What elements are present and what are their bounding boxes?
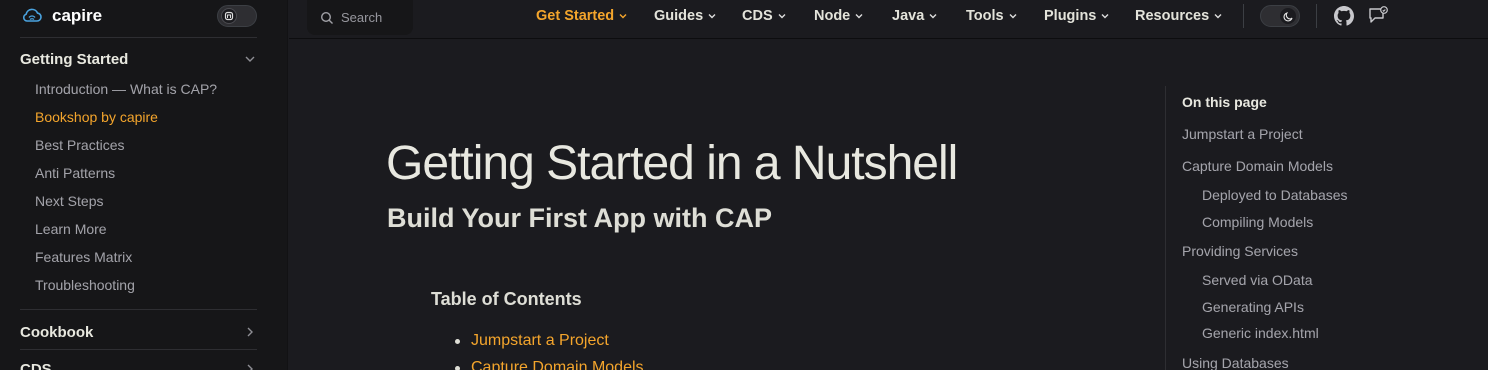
outline-item-generic-index[interactable]: Generic index.html bbox=[1202, 323, 1319, 343]
nav-label: Tools bbox=[966, 8, 1004, 24]
sidebar-item-best-practices[interactable]: Best Practices bbox=[35, 135, 124, 155]
outline-border bbox=[1165, 86, 1166, 370]
outline-item-served-via-odata[interactable]: Served via OData bbox=[1202, 270, 1313, 290]
chevron-down-icon bbox=[245, 56, 255, 62]
sidebar-item-introduction[interactable]: Introduction — What is CAP? bbox=[35, 79, 217, 99]
outline-item-providing-services[interactable]: Providing Services bbox=[1182, 241, 1298, 261]
brand[interactable]: capire bbox=[20, 0, 102, 32]
nav-label: Node bbox=[814, 8, 851, 24]
sidebar-item-bookshop[interactable]: Bookshop by capire bbox=[35, 107, 158, 127]
sidebar-group-cookbook[interactable]: Cookbook bbox=[20, 320, 257, 344]
sidebar-divider bbox=[20, 37, 257, 38]
sidebar-item-features-matrix[interactable]: Features Matrix bbox=[35, 247, 132, 267]
search-label: Search bbox=[341, 10, 383, 25]
chevron-right-icon bbox=[247, 364, 253, 370]
nav-guides[interactable]: Guides bbox=[654, 6, 717, 26]
nav-label: Resources bbox=[1135, 8, 1210, 24]
sidebar-toggle[interactable] bbox=[217, 5, 257, 27]
nav-label: CDS bbox=[742, 8, 773, 24]
sidebar-item-anti-patterns[interactable]: Anti Patterns bbox=[35, 163, 115, 183]
nav-tools[interactable]: Tools bbox=[966, 6, 1018, 26]
sidebar-divider bbox=[20, 309, 257, 310]
sidebar-item-troubleshooting[interactable]: Troubleshooting bbox=[35, 275, 135, 295]
chevron-down-icon bbox=[619, 14, 627, 19]
chevron-down-icon bbox=[1009, 14, 1017, 19]
sidebar-divider bbox=[20, 349, 257, 350]
outline-item-deployed-to-databases[interactable]: Deployed to Databases bbox=[1202, 185, 1348, 205]
sidebar-group-label: Cookbook bbox=[20, 323, 94, 341]
nav-node[interactable]: Node bbox=[814, 6, 864, 26]
nav-label: Plugins bbox=[1044, 8, 1097, 24]
page-title: Getting Started in a Nutshell bbox=[386, 137, 958, 190]
toc-list: Jumpstart a Project Capture Domain Model… bbox=[455, 330, 644, 370]
sidebar: capire Getting Started Introduction — Wh… bbox=[0, 0, 288, 370]
nav-divider bbox=[1316, 4, 1317, 28]
sidebar-item-next-steps[interactable]: Next Steps bbox=[35, 191, 103, 211]
nav-plugins[interactable]: Plugins bbox=[1044, 6, 1110, 26]
sidebar-group-label: Getting Started bbox=[20, 50, 129, 68]
sidebar-group-label: CDS bbox=[20, 360, 52, 370]
outline-item-using-databases[interactable]: Using Databases bbox=[1182, 353, 1289, 370]
search-button[interactable]: Search bbox=[307, 0, 413, 35]
nav-resources[interactable]: Resources bbox=[1135, 6, 1223, 26]
outline-item-capture-domain-models[interactable]: Capture Domain Models bbox=[1182, 156, 1333, 176]
cloud-logo-icon bbox=[22, 8, 42, 22]
moon-icon bbox=[1280, 8, 1296, 24]
chevron-down-icon bbox=[778, 14, 786, 19]
feedback-button[interactable] bbox=[1368, 5, 1390, 27]
outline-item-jumpstart[interactable]: Jumpstart a Project bbox=[1182, 124, 1303, 144]
nav-divider bbox=[1243, 4, 1244, 28]
outline-item-generating-apis[interactable]: Generating APIs bbox=[1202, 297, 1304, 317]
page-subtitle: Build Your First App with CAP bbox=[387, 203, 772, 233]
nav-label: Java bbox=[892, 8, 925, 24]
sidebar-item-learn-more[interactable]: Learn More bbox=[35, 219, 107, 239]
nav-get-started[interactable]: Get Started bbox=[536, 6, 628, 26]
toc-title: Table of Contents bbox=[431, 289, 582, 309]
chevron-down-icon bbox=[1214, 14, 1222, 19]
sidebar-group-cds[interactable]: CDS bbox=[20, 357, 257, 370]
toc-link-capture-domain-models[interactable]: Capture Domain Models bbox=[455, 357, 644, 370]
toc-link-jumpstart[interactable]: Jumpstart a Project bbox=[455, 330, 644, 357]
search-icon bbox=[320, 11, 333, 24]
outline-item-compiling-models[interactable]: Compiling Models bbox=[1202, 212, 1313, 232]
chevron-down-icon bbox=[1101, 14, 1109, 19]
chevron-down-icon bbox=[855, 14, 863, 19]
dark-mode-toggle[interactable] bbox=[1260, 5, 1300, 27]
github-link[interactable] bbox=[1333, 5, 1355, 27]
brand-name: capire bbox=[52, 6, 103, 25]
github-icon bbox=[1334, 6, 1354, 26]
feedback-icon bbox=[1369, 6, 1388, 23]
chevron-down-icon bbox=[708, 14, 716, 19]
outline-title: On this page bbox=[1182, 94, 1267, 110]
nav-label: Guides bbox=[654, 8, 704, 24]
sidebar-group-getting-started[interactable]: Getting Started bbox=[20, 47, 257, 71]
chevron-down-icon bbox=[929, 14, 937, 19]
nav-label: Get Started bbox=[536, 8, 615, 24]
nav-cds[interactable]: CDS bbox=[742, 6, 787, 26]
nav-java[interactable]: Java bbox=[892, 6, 938, 26]
top-navbar bbox=[289, 0, 1488, 39]
theme-toggle-icon bbox=[221, 8, 237, 24]
chevron-right-icon bbox=[247, 327, 253, 337]
